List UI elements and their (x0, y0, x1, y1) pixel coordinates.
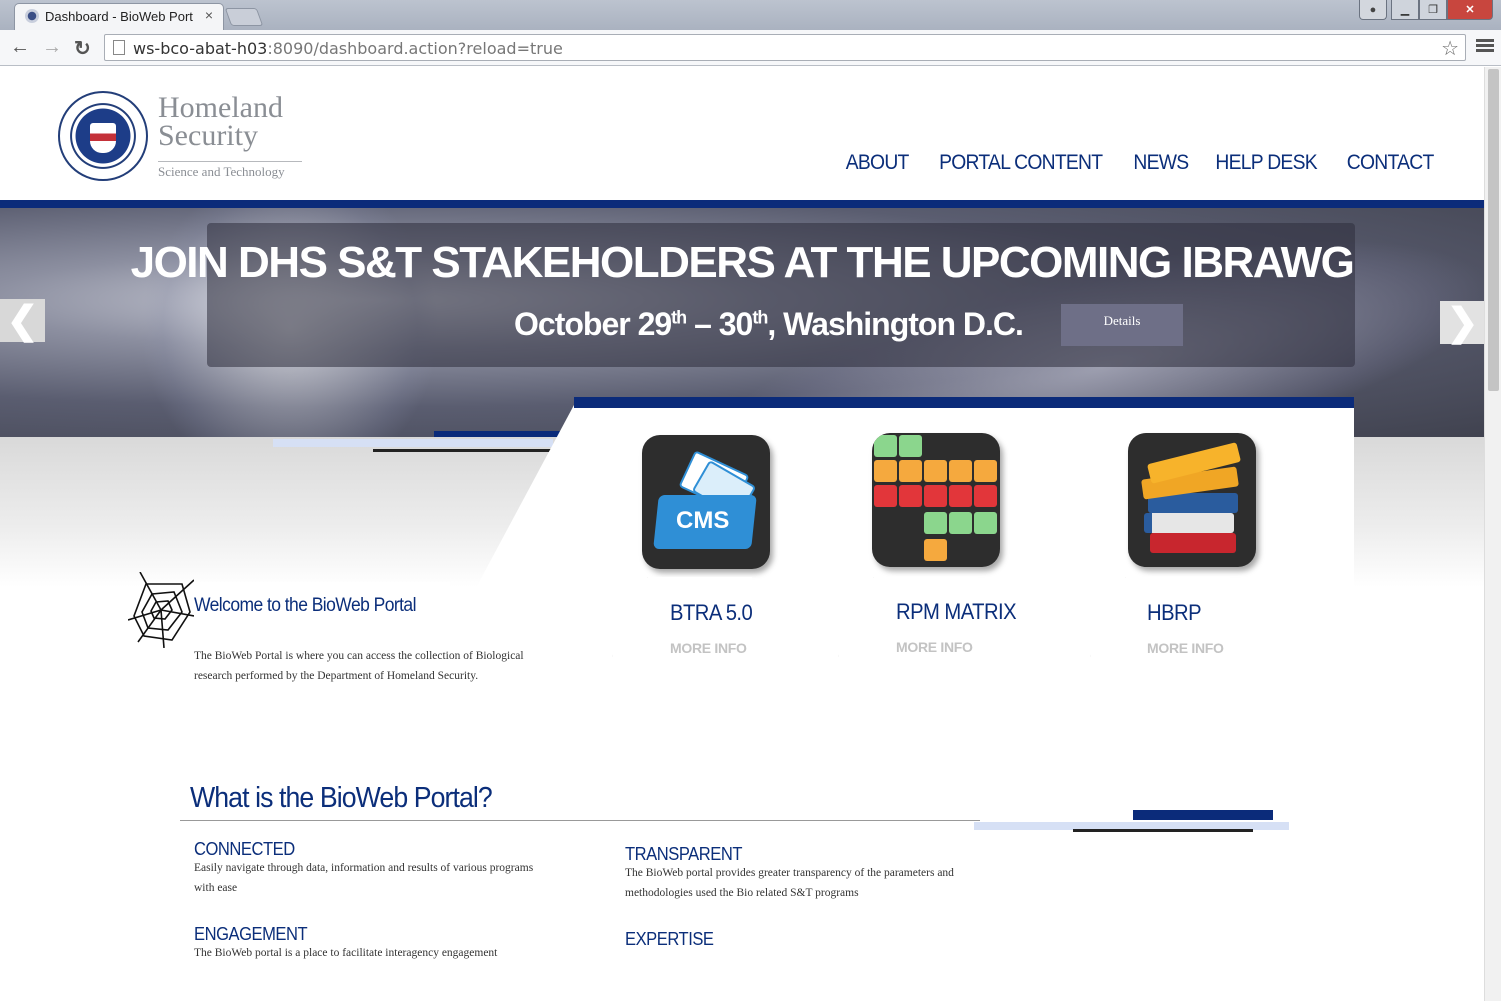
more-info-link-hbrp[interactable]: MORE INFO (1147, 640, 1224, 656)
feature-heading-transparent: TRANSPARENT (625, 844, 743, 864)
browser-toolbar: ← → ↻ ws-bco-abat-h03:8090/dashboard.act… (0, 30, 1501, 66)
tab-close-icon[interactable]: × (205, 7, 213, 23)
close-window-button[interactable]: ✕ (1447, 0, 1493, 20)
welcome-title: Welcome to the BioWeb Portal (194, 595, 416, 616)
new-tab-button[interactable] (224, 8, 264, 26)
app-label-rpm-matrix[interactable]: RPM MATRIX (896, 599, 1017, 625)
hero-title: JOIN DHS S&T STAKEHOLDERS AT THE UPCOMIN… (130, 238, 1355, 287)
user-profile-icon[interactable]: ● (1359, 0, 1387, 20)
feature-text-connected: Easily navigate through data, informatio… (194, 862, 534, 894)
reload-icon[interactable]: ↻ (74, 36, 91, 61)
page-viewport: Homeland Security Science and Technology… (0, 67, 1484, 1001)
maximize-button[interactable]: ❐ (1419, 0, 1447, 20)
accent-bar (373, 449, 553, 452)
accent-bar (1073, 829, 1253, 832)
spider-web-icon (128, 572, 194, 648)
back-arrow-icon[interactable]: ← (10, 36, 30, 59)
brand-tagline: Science and Technology (158, 161, 302, 180)
feature-text-engagement: The BioWeb portal is a place to facilita… (194, 947, 498, 959)
dhs-favicon-icon (25, 9, 39, 23)
section-title: What is the BioWeb Portal? (190, 782, 493, 814)
app-label-hbrp[interactable]: HBRP (1147, 600, 1202, 626)
scrollbar-thumb[interactable] (1488, 69, 1499, 391)
vertical-scrollbar[interactable] (1484, 67, 1501, 1001)
cms-icon[interactable]: CMS (642, 435, 770, 569)
nav-news[interactable]: NEWS (1133, 151, 1189, 175)
address-bar[interactable]: ws-bco-abat-h03:8090/dashboard.action?re… (104, 34, 1466, 61)
accent-bar (434, 431, 574, 437)
feature-text-transparent: The BioWeb portal provides greater trans… (625, 867, 954, 899)
forward-arrow-icon[interactable]: → (42, 36, 62, 59)
carousel-prev-arrow-icon[interactable]: ❮ (0, 299, 45, 342)
nav-contact[interactable]: CONTACT (1346, 151, 1434, 175)
minimize-button[interactable]: ▁ (1391, 0, 1419, 20)
cms-icon-text: CMS (676, 507, 730, 534)
nav-portal-content[interactable]: PORTAL CONTENT (939, 151, 1103, 175)
details-button[interactable]: Details (1061, 304, 1183, 346)
main-nav: ABOUT PORTAL CONTENT NEWS HELP DESK CONT… (843, 151, 1437, 175)
accent-bar (273, 439, 553, 447)
browser-tab[interactable]: Dashboard - BioWeb Port × (14, 3, 224, 30)
nav-help-desk[interactable]: HELP DESK (1216, 151, 1318, 175)
carousel-next-arrow-icon[interactable]: ❯ (1440, 301, 1484, 344)
url-text[interactable]: ws-bco-abat-h03:8090/dashboard.action?re… (133, 39, 563, 58)
more-info-link-btra[interactable]: MORE INFO (670, 640, 747, 656)
browser-menu-icon[interactable] (1475, 37, 1495, 57)
page-icon (113, 40, 125, 55)
hero-subtitle: October 29th – 30th, Washington D.C. (514, 306, 1024, 342)
brand-line-2: Security (158, 119, 258, 152)
grid-icon[interactable] (872, 433, 1000, 567)
hero-top-bar (0, 200, 1484, 208)
divider (180, 820, 980, 821)
browser-tabstrip: Dashboard - BioWeb Port × ● ▁ ❐ ✕ (0, 0, 1501, 30)
apps-panel-top-bar (574, 397, 1354, 408)
feature-heading-expertise: EXPERTISE (625, 929, 714, 949)
more-info-link-rpm[interactable]: MORE INFO (896, 639, 973, 655)
window-controls: ● ▁ ❐ ✕ (1359, 0, 1493, 20)
feature-heading-connected: CONNECTED (194, 839, 295, 859)
feature-heading-engagement: ENGAGEMENT (194, 924, 308, 944)
bookmark-star-icon[interactable]: ☆ (1441, 36, 1459, 61)
nav-about[interactable]: ABOUT (845, 151, 909, 175)
tab-title: Dashboard - BioWeb Port (45, 9, 193, 24)
books-icon[interactable] (1128, 433, 1256, 567)
app-label-btra[interactable]: BTRA 5.0 (670, 600, 753, 626)
welcome-text: The BioWeb Portal is where you can acces… (194, 650, 524, 682)
accent-bar (1133, 810, 1273, 820)
dhs-seal-logo[interactable] (58, 91, 148, 181)
